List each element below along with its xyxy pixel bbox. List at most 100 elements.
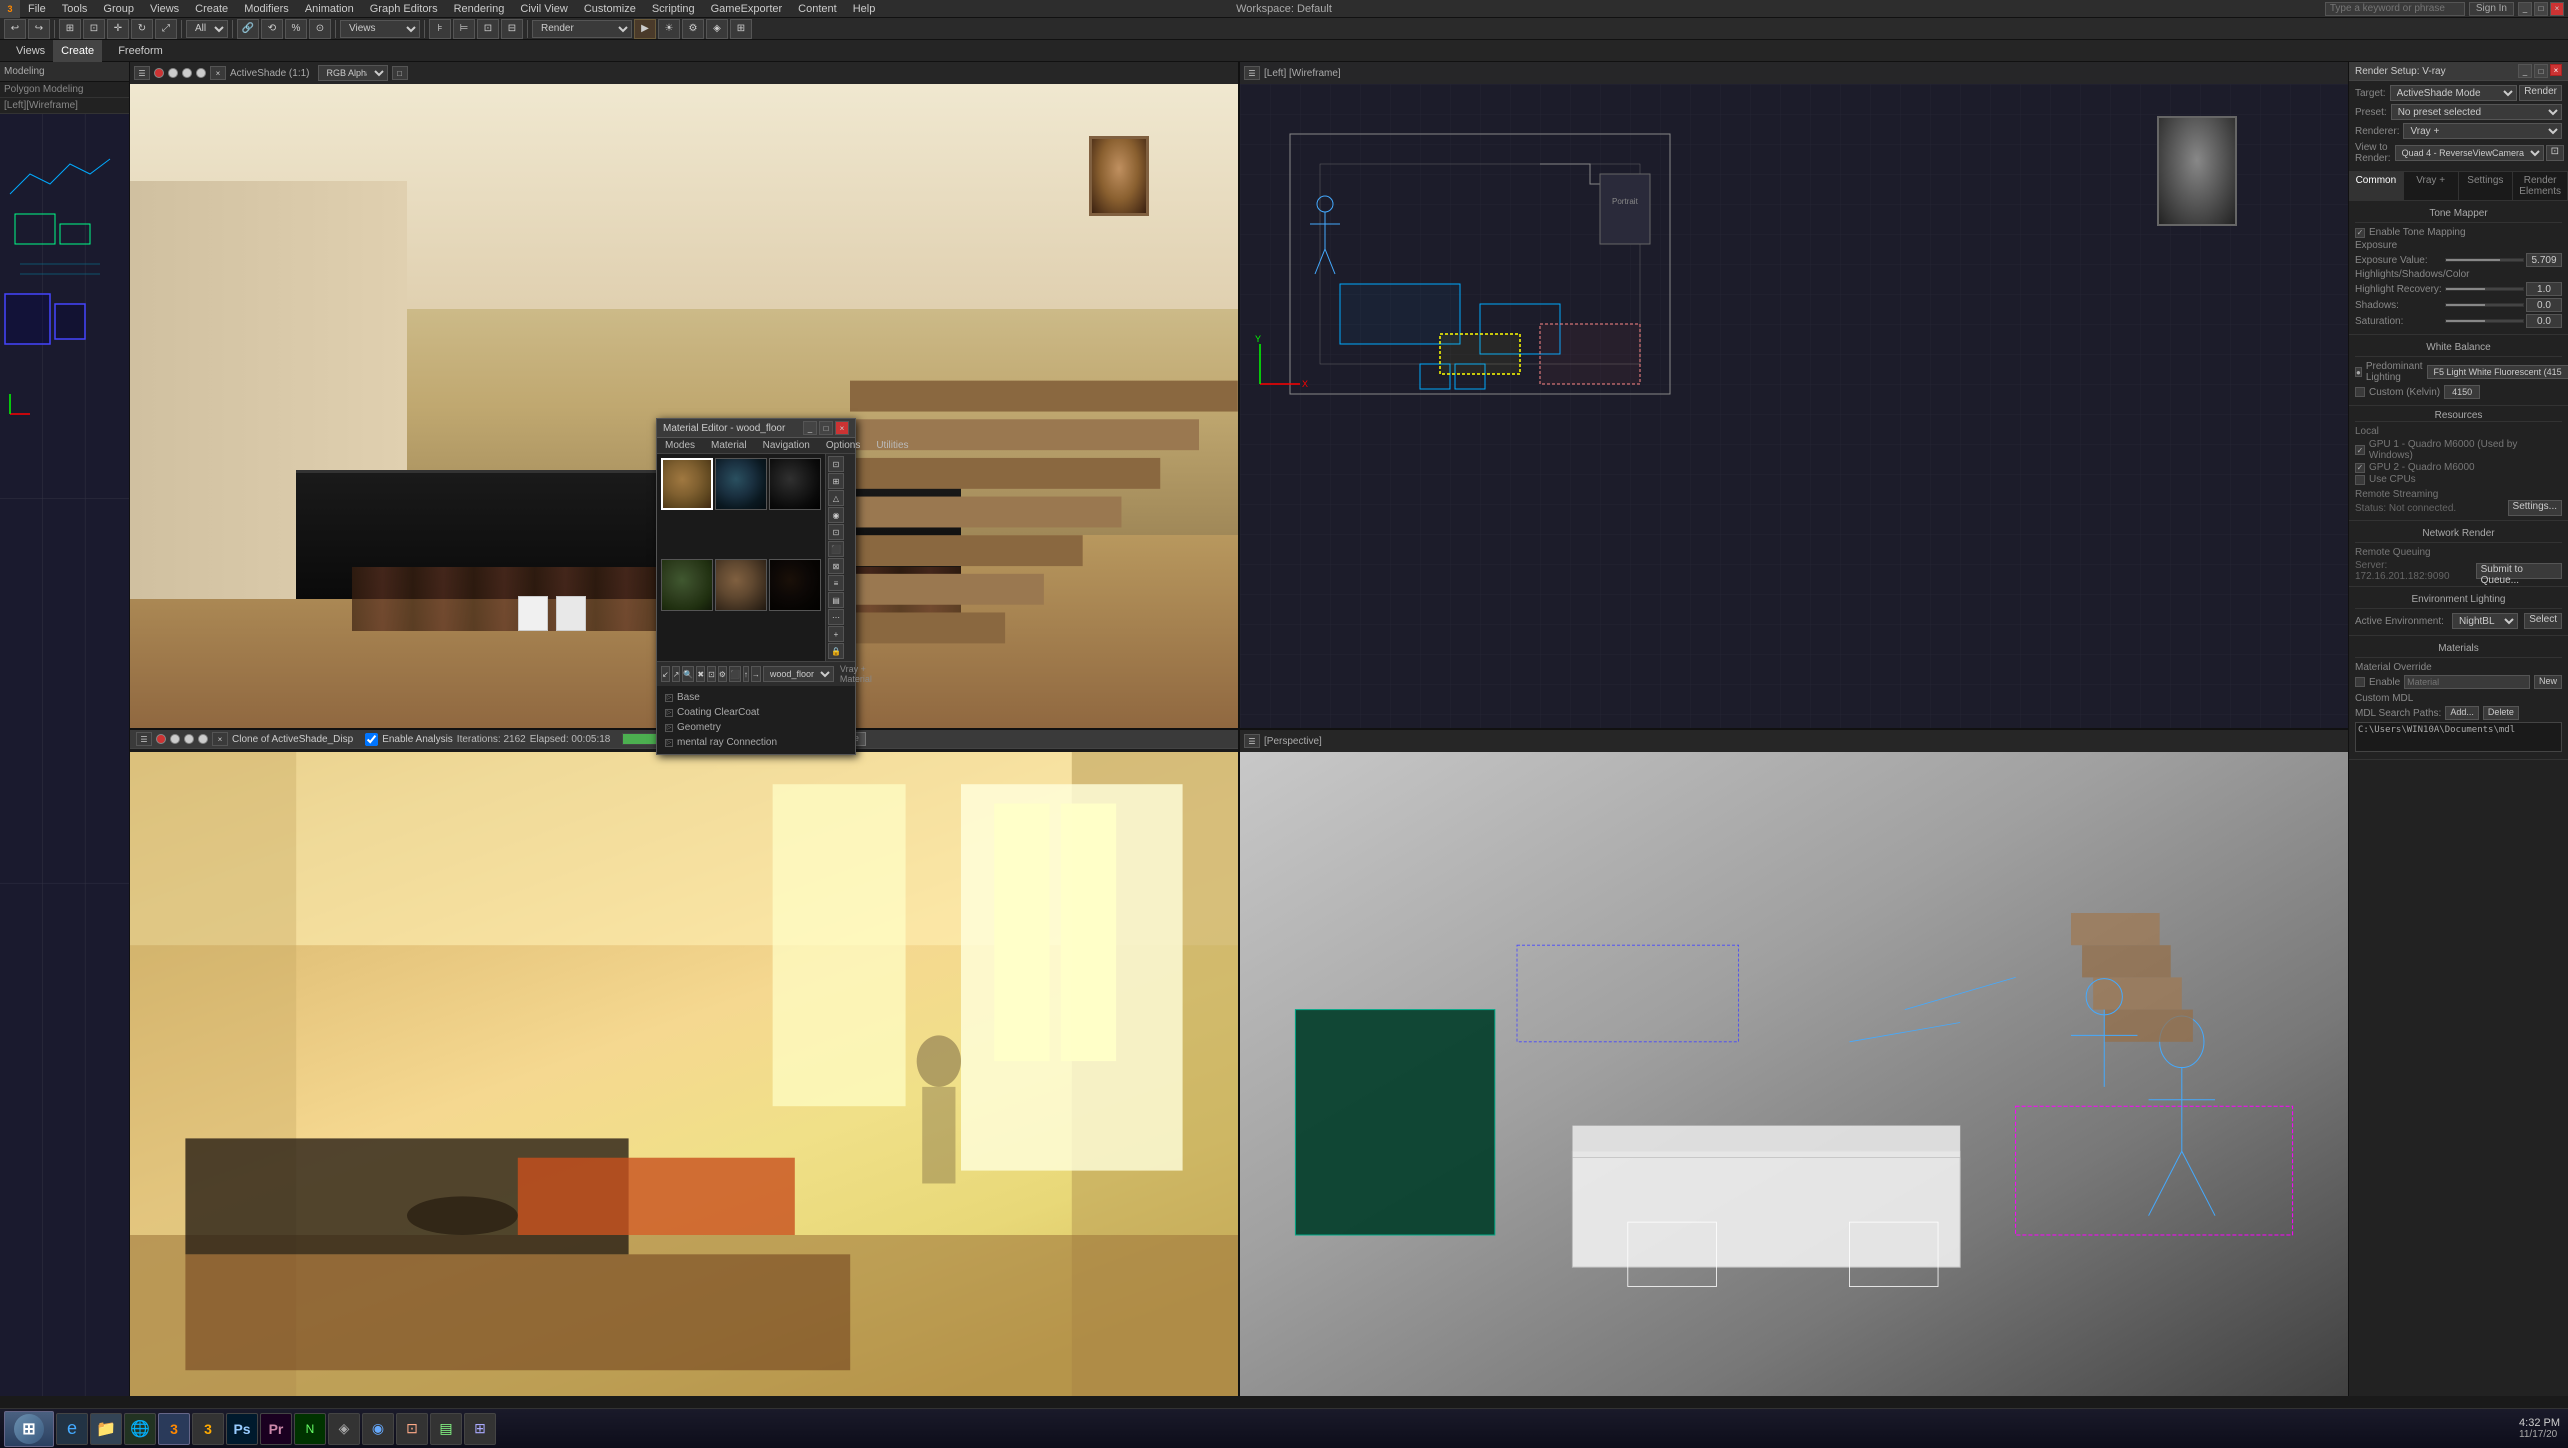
mat-pick-from-object[interactable]: 🔍 bbox=[682, 666, 694, 682]
mat-menu-modes[interactable]: Modes bbox=[657, 438, 703, 453]
angle-snap-button[interactable]: ⟲ bbox=[261, 19, 283, 39]
render-renderer-dropdown[interactable]: Vray + bbox=[2403, 123, 2562, 139]
menu-customize[interactable]: Customize bbox=[576, 0, 644, 18]
menu-group[interactable]: Group bbox=[95, 0, 142, 18]
active-env-dropdown[interactable]: NightBL bbox=[2452, 613, 2518, 629]
mat-tool-10[interactable]: ⋯ bbox=[828, 609, 844, 625]
mat-menu-navigation[interactable]: Navigation bbox=[755, 438, 818, 453]
material-name-dropdown[interactable]: wood_floor bbox=[763, 666, 834, 682]
render-setup-minimize[interactable]: _ bbox=[2518, 64, 2532, 78]
render-frame-button[interactable]: ⊞ bbox=[730, 19, 752, 39]
maximize-button[interactable]: □ bbox=[2534, 2, 2548, 16]
mat-editor-maximize[interactable]: □ bbox=[819, 421, 833, 435]
mat-swatch-5[interactable] bbox=[715, 559, 767, 611]
predominant-dropdown[interactable]: F5 Light White Fluorescent (415 bbox=[2427, 365, 2568, 379]
mat-show-map[interactable]: ⬛ bbox=[729, 666, 741, 682]
material-editor-title-bar[interactable]: Material Editor - wood_floor _ □ × bbox=[657, 419, 855, 438]
menu-modifiers[interactable]: Modifiers bbox=[236, 0, 297, 18]
taskbar-nvidia[interactable]: N bbox=[294, 1413, 326, 1445]
undo-button[interactable]: ↩ bbox=[4, 19, 26, 39]
mat-go-to-parent[interactable]: ↑ bbox=[743, 666, 749, 682]
array-button[interactable]: ⊡ bbox=[477, 19, 499, 39]
clone-close-btn[interactable]: × bbox=[212, 732, 228, 746]
mat-tool-6[interactable]: ⬛ bbox=[828, 541, 844, 557]
mat-menu-material[interactable]: Material bbox=[703, 438, 755, 453]
start-button[interactable]: ⊞ bbox=[4, 1411, 54, 1447]
vp-extra-btn-tl[interactable]: □ bbox=[392, 66, 408, 80]
shadows-slider[interactable] bbox=[2445, 303, 2524, 307]
vp-close-btn-tl[interactable]: × bbox=[210, 66, 226, 80]
mat-layer-geometry[interactable]: ▷ Geometry bbox=[661, 720, 851, 735]
mat-tool-7[interactable]: ⊠ bbox=[828, 558, 844, 574]
redo-button[interactable]: ↪ bbox=[28, 19, 50, 39]
mat-tool-9[interactable]: ▤ bbox=[828, 592, 844, 608]
menu-create[interactable]: Create bbox=[187, 0, 236, 18]
mat-menu-utilities[interactable]: Utilities bbox=[868, 438, 916, 453]
close-button[interactable]: × bbox=[2550, 2, 2564, 16]
menu-civil-view[interactable]: Civil View bbox=[512, 0, 575, 18]
signin-button[interactable]: Sign In bbox=[2469, 2, 2514, 16]
mat-go-forward[interactable]: → bbox=[751, 666, 761, 682]
mat-swatch-6[interactable] bbox=[769, 559, 821, 611]
tab-common[interactable]: Common bbox=[2349, 172, 2404, 200]
taskbar-photoshop[interactable]: Ps bbox=[226, 1413, 258, 1445]
vp-white3-btn-tl[interactable] bbox=[196, 68, 206, 78]
percent-snap-button[interactable]: % bbox=[285, 19, 307, 39]
mat-delete[interactable]: ✖ bbox=[696, 666, 705, 682]
mat-layer-coating[interactable]: ▷ Coating ClearCoat bbox=[661, 705, 851, 720]
mat-layer-mental-ray[interactable]: ▷ mental ray Connection bbox=[661, 735, 851, 750]
rotate-button[interactable]: ↻ bbox=[131, 19, 153, 39]
menu-tools[interactable]: Tools bbox=[54, 0, 96, 18]
menu-scripting[interactable]: Scripting bbox=[644, 0, 703, 18]
layer-dropdown[interactable]: All bbox=[186, 20, 228, 38]
render-button[interactable]: Render bbox=[2519, 85, 2562, 101]
env-select-btn[interactable]: Select bbox=[2524, 613, 2562, 629]
saturation-input[interactable] bbox=[2526, 314, 2562, 328]
shadows-input[interactable] bbox=[2526, 298, 2562, 312]
align-button[interactable]: ⊨ bbox=[453, 19, 475, 39]
vp-menu-btn-tl[interactable]: ☰ bbox=[134, 66, 150, 80]
mat-layer-base[interactable]: ▷ Base bbox=[661, 690, 851, 705]
predominant-checkbox[interactable]: ● bbox=[2355, 367, 2362, 377]
tab-render-elements[interactable]: Render Elements bbox=[2513, 172, 2568, 200]
mat-swatch-1[interactable] bbox=[661, 458, 713, 510]
render-view-extra-btn[interactable]: ⊡ bbox=[2546, 145, 2564, 161]
mdl-add-btn[interactable]: Add... bbox=[2445, 706, 2479, 720]
viewport-dropdown[interactable]: Views bbox=[340, 20, 420, 38]
mat-tool-4[interactable]: ◉ bbox=[828, 507, 844, 523]
mat-get-from-scene[interactable]: ↙ bbox=[661, 666, 670, 682]
highlight-recovery-input[interactable] bbox=[2526, 282, 2562, 296]
nav-item-create[interactable]: Create bbox=[53, 40, 102, 62]
menu-animation[interactable]: Animation bbox=[297, 0, 362, 18]
menu-views[interactable]: Views bbox=[142, 0, 187, 18]
exposure-slider[interactable] bbox=[2445, 258, 2524, 262]
mat-swatch-2[interactable] bbox=[715, 458, 767, 510]
mdl-paths-textarea[interactable]: C:\Users\WIN10A\Documents\mdl bbox=[2355, 722, 2562, 752]
tab-vray[interactable]: Vray + bbox=[2404, 172, 2459, 200]
render-view-dropdown[interactable]: Quad 4 - ReverseViewCamera bbox=[2395, 145, 2544, 161]
app-logo[interactable]: 3 bbox=[0, 0, 20, 18]
vp-white2-btn-tl[interactable] bbox=[182, 68, 192, 78]
mirror-button[interactable]: ⊧ bbox=[429, 19, 451, 39]
menu-rendering[interactable]: Rendering bbox=[446, 0, 513, 18]
taskbar-misc5[interactable]: ⊞ bbox=[464, 1413, 496, 1445]
clone-white3-btn[interactable] bbox=[198, 734, 208, 744]
menu-content[interactable]: Content bbox=[790, 0, 845, 18]
mat-tool-3[interactable]: △ bbox=[828, 490, 844, 506]
material-name-input[interactable] bbox=[2404, 675, 2530, 689]
mat-tool-11[interactable]: + bbox=[828, 626, 844, 642]
menu-file[interactable]: File bbox=[20, 0, 54, 18]
gpu2-checkbox[interactable]: ✓ bbox=[2355, 463, 2365, 473]
render-preset-dropdown[interactable]: Render bbox=[532, 20, 632, 38]
menu-graph-editors[interactable]: Graph Editors bbox=[362, 0, 446, 18]
scale-button[interactable]: ⤢ bbox=[155, 19, 177, 39]
taskbar-misc2[interactable]: ◉ bbox=[362, 1413, 394, 1445]
render-setup-button[interactable]: ⚙ bbox=[682, 19, 704, 39]
vp-red-btn-tl[interactable] bbox=[154, 68, 164, 78]
tab-settings[interactable]: Settings bbox=[2459, 172, 2514, 200]
move-button[interactable]: ✛ bbox=[107, 19, 129, 39]
mat-options[interactable]: ⚙ bbox=[718, 666, 727, 682]
saturation-slider[interactable] bbox=[2445, 319, 2524, 323]
remote-settings-btn[interactable]: Settings... bbox=[2508, 500, 2562, 516]
render-setup-maximize[interactable]: □ bbox=[2534, 64, 2548, 78]
